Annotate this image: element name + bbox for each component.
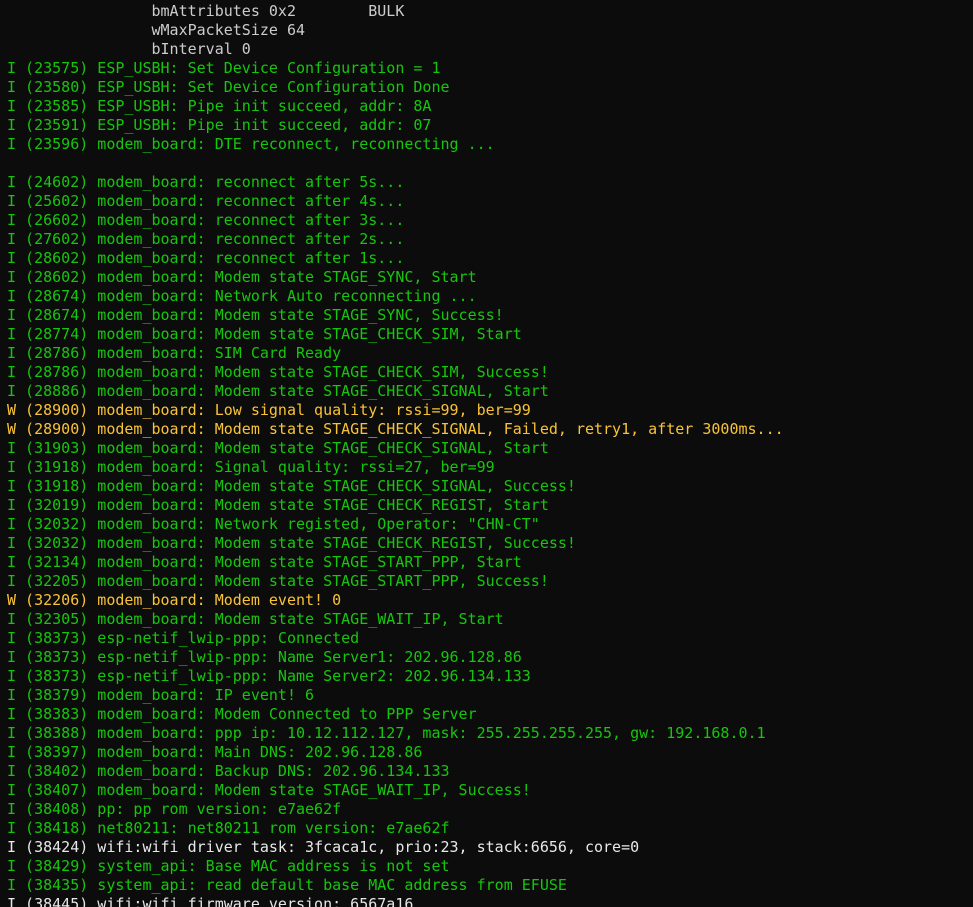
log-line: I (28786) modem_board: SIM Card Ready [7, 344, 342, 362]
log-line: I (38388) modem_board: ppp ip: 10.12.112… [7, 724, 766, 742]
log-line: W (28900) modem_board: Modem state STAGE… [7, 420, 784, 438]
terminal-output: bmAttributes 0x2 BULK wMaxPacketSize 64 … [0, 0, 973, 907]
log-line: I (32305) modem_board: Modem state STAGE… [7, 610, 504, 628]
log-line: I (28674) modem_board: Network Auto reco… [7, 287, 477, 305]
log-line: I (23591) ESP_USBH: Pipe init succeed, a… [7, 116, 432, 134]
log-line: I (23575) ESP_USBH: Set Device Configura… [7, 59, 441, 77]
log-line: I (32205) modem_board: Modem state STAGE… [7, 572, 549, 590]
log-line: I (32032) modem_board: Modem state STAGE… [7, 534, 576, 552]
log-line: I (28786) modem_board: Modem state STAGE… [7, 363, 549, 381]
log-line: I (38383) modem_board: Modem Connected t… [7, 705, 477, 723]
log-line: I (38435) system_api: read default base … [7, 876, 567, 894]
log-line: bInterval 0 [7, 40, 251, 58]
log-line: I (31918) modem_board: Modem state STAGE… [7, 477, 576, 495]
log-line: I (25602) modem_board: reconnect after 4… [7, 192, 405, 210]
log-line: I (38445) wifi:wifi firmware version: 65… [7, 895, 414, 907]
log-line: I (38429) system_api: Base MAC address i… [7, 857, 450, 875]
log-line: wMaxPacketSize 64 [7, 21, 306, 39]
log-line: I (38373) esp-netif_lwip-ppp: Connected [7, 629, 360, 647]
log-line: I (27602) modem_board: reconnect after 2… [7, 230, 405, 248]
log-line: I (32019) modem_board: Modem state STAGE… [7, 496, 549, 514]
log-line: I (38407) modem_board: Modem state STAGE… [7, 781, 531, 799]
log-line: W (28900) modem_board: Low signal qualit… [7, 401, 531, 419]
log-line: I (38424) wifi:wifi driver task: 3fcaca1… [7, 838, 640, 856]
log-line: I (32134) modem_board: Modem state STAGE… [7, 553, 522, 571]
log-line: I (23580) ESP_USBH: Set Device Configura… [7, 78, 450, 96]
log-line: I (28674) modem_board: Modem state STAGE… [7, 306, 504, 324]
log-line: I (38397) modem_board: Main DNS: 202.96.… [7, 743, 423, 761]
log-line: I (28602) modem_board: Modem state STAGE… [7, 268, 477, 286]
log-line: I (38418) net80211: net80211 rom version… [7, 819, 450, 837]
log-line: I (32032) modem_board: Network registed,… [7, 515, 540, 533]
log-line: I (28774) modem_board: Modem state STAGE… [7, 325, 522, 343]
log-line: I (28886) modem_board: Modem state STAGE… [7, 382, 549, 400]
log-line: I (28602) modem_board: reconnect after 1… [7, 249, 405, 267]
log-line: I (24602) modem_board: reconnect after 5… [7, 173, 405, 191]
log-line: I (38408) pp: pp rom version: e7ae62f [7, 800, 342, 818]
log-line: I (23585) ESP_USBH: Pipe init succeed, a… [7, 97, 432, 115]
log-line: W (32206) modem_board: Modem event! 0 [7, 591, 342, 609]
log-line: I (31918) modem_board: Signal quality: r… [7, 458, 495, 476]
log-line: I (26602) modem_board: reconnect after 3… [7, 211, 405, 229]
log-line: I (38373) esp-netif_lwip-ppp: Name Serve… [7, 648, 522, 666]
log-line: I (38379) modem_board: IP event! 6 [7, 686, 315, 704]
log-line: I (38402) modem_board: Backup DNS: 202.9… [7, 762, 450, 780]
log-line: I (38373) esp-netif_lwip-ppp: Name Serve… [7, 667, 531, 685]
log-line: bmAttributes 0x2 BULK [7, 2, 405, 20]
log-line: I (31903) modem_board: Modem state STAGE… [7, 439, 549, 457]
log-line: I (23596) modem_board: DTE reconnect, re… [7, 135, 495, 153]
